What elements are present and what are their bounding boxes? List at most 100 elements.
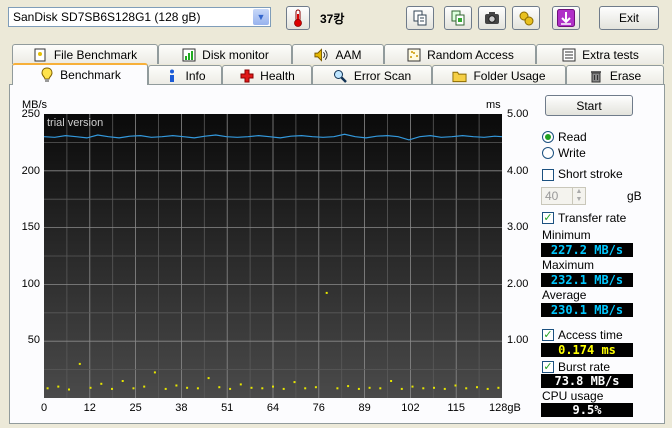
benchmark-chart: trial version bbox=[44, 114, 502, 398]
y-right-tick: 4.00 bbox=[507, 165, 529, 177]
magnifier-icon bbox=[333, 68, 348, 83]
y-right-tick: 2.00 bbox=[507, 278, 529, 290]
burst-rate-value: 73.8 MB/s bbox=[541, 374, 633, 388]
tab-extra-tests[interactable]: Extra tests bbox=[536, 44, 664, 64]
y-right-unit: ms bbox=[486, 99, 501, 111]
tab-random-access-label: Random Access bbox=[427, 47, 514, 62]
write-radio[interactable] bbox=[542, 147, 554, 159]
access-time-point bbox=[229, 387, 232, 390]
access-time-point bbox=[261, 387, 264, 390]
transfer-rate-checkbox[interactable]: ✓ bbox=[542, 212, 554, 224]
access-time-value: 0.174 ms bbox=[541, 343, 633, 357]
tab-info-label: Info bbox=[185, 68, 206, 83]
tab-error-scan[interactable]: Error Scan bbox=[312, 65, 432, 85]
health-icon bbox=[239, 68, 254, 83]
tab-random-access[interactable]: Random Access bbox=[384, 44, 536, 64]
short-stroke-checkbox[interactable] bbox=[542, 169, 554, 181]
access-time-point bbox=[454, 384, 457, 387]
burst-rate-checkbox[interactable]: ✓ bbox=[542, 361, 554, 373]
access-time-point bbox=[250, 386, 253, 389]
transfer-rate-label: Transfer rate bbox=[558, 211, 627, 225]
access-time-point bbox=[121, 380, 124, 382]
y-left-tick: 50 bbox=[27, 334, 40, 346]
copy-all-button[interactable] bbox=[444, 6, 472, 30]
tab-disk-monitor-label: Disk monitor bbox=[202, 47, 269, 62]
file-benchmark-icon bbox=[33, 47, 48, 62]
speaker-icon bbox=[314, 47, 329, 62]
average-value: 230.1 MB/s bbox=[541, 303, 633, 317]
access-time-point bbox=[411, 385, 414, 388]
access-time-point bbox=[186, 386, 189, 389]
access-time-point bbox=[100, 382, 103, 385]
tab-info[interactable]: Info bbox=[148, 65, 222, 85]
access-time-point bbox=[164, 387, 167, 390]
extra-tests-icon bbox=[561, 47, 576, 62]
tab-aam-label: AAM bbox=[335, 47, 362, 62]
access-time-label: Access time bbox=[558, 328, 623, 342]
tab-file-benchmark[interactable]: File Benchmark bbox=[12, 44, 158, 64]
y-left-tick: 250 bbox=[21, 108, 40, 120]
exit-button[interactable]: Exit bbox=[599, 6, 659, 30]
tab-extra-tests-label: Extra tests bbox=[582, 47, 639, 62]
tab-benchmark-label: Benchmark bbox=[60, 68, 121, 82]
y-left-tick: 150 bbox=[21, 221, 40, 233]
drive-select-value: SanDisk SD7SB6S128G1 (128 gB) bbox=[13, 10, 201, 24]
trash-icon bbox=[589, 68, 604, 83]
access-time-point bbox=[314, 386, 317, 389]
screenshot-button[interactable] bbox=[478, 6, 506, 30]
access-time-point bbox=[336, 387, 339, 390]
access-time-point bbox=[239, 383, 242, 386]
temperature-button[interactable] bbox=[286, 6, 310, 30]
write-label: Write bbox=[558, 146, 586, 160]
maximum-label: Maximum bbox=[542, 258, 595, 272]
download-button[interactable] bbox=[552, 6, 580, 30]
x-axis-tick: 76 bbox=[312, 402, 325, 414]
tab-aam[interactable]: AAM bbox=[292, 44, 384, 64]
burst-rate-label: Burst rate bbox=[558, 360, 611, 374]
info-icon bbox=[164, 68, 179, 83]
short-stroke-input[interactable]: 40 ▲ ▼ bbox=[541, 187, 586, 205]
access-time-point bbox=[379, 387, 382, 390]
minimum-value: 227.2 MB/s bbox=[541, 243, 633, 257]
copy-button[interactable] bbox=[406, 6, 434, 30]
read-label: Read bbox=[558, 130, 587, 144]
access-time-point bbox=[175, 384, 178, 387]
access-time-point bbox=[282, 387, 285, 390]
options-button[interactable] bbox=[512, 6, 540, 30]
access-time-point bbox=[433, 386, 435, 389]
access-time-point bbox=[443, 387, 446, 390]
maximum-value: 232.1 MB/s bbox=[541, 273, 633, 287]
access-time-point bbox=[304, 387, 307, 390]
read-radio[interactable] bbox=[542, 131, 554, 143]
cpu-usage-value: 9.5% bbox=[541, 403, 633, 417]
y-right-tick: 5.00 bbox=[507, 108, 529, 120]
short-stroke-unit: gB bbox=[627, 189, 642, 203]
y-right-tick: 1.00 bbox=[507, 334, 529, 346]
access-time-point bbox=[143, 385, 146, 388]
start-button[interactable]: Start bbox=[545, 95, 633, 116]
access-time-point bbox=[357, 387, 360, 390]
short-stroke-label: Short stroke bbox=[558, 167, 623, 181]
chevron-down-icon[interactable]: ▼ bbox=[253, 9, 269, 25]
access-time-checkbox[interactable]: ✓ bbox=[542, 329, 554, 341]
x-axis-tick: 38 bbox=[175, 402, 188, 414]
access-time-point bbox=[153, 371, 156, 374]
spinner-icon[interactable]: ▲ ▼ bbox=[572, 188, 585, 204]
folder-icon bbox=[452, 68, 467, 83]
tab-health[interactable]: Health bbox=[222, 65, 312, 85]
access-time-point bbox=[111, 387, 113, 390]
tab-folder-usage[interactable]: Folder Usage bbox=[432, 65, 566, 85]
access-time-point bbox=[325, 291, 328, 294]
options-icon bbox=[519, 11, 534, 26]
cpu-usage-label: CPU usage bbox=[542, 389, 604, 403]
trial-watermark: trial version bbox=[47, 117, 103, 129]
tab-disk-monitor[interactable]: Disk monitor bbox=[158, 44, 292, 64]
access-time-point bbox=[465, 387, 468, 390]
y-right-tick: 3.00 bbox=[507, 221, 529, 233]
thermometer-icon bbox=[294, 9, 302, 27]
access-time-point bbox=[68, 388, 70, 391]
drive-select[interactable]: SanDisk SD7SB6S128G1 (128 gB) ▼ bbox=[8, 7, 271, 27]
tab-erase[interactable]: Erase bbox=[566, 65, 664, 85]
tab-benchmark[interactable]: Benchmark bbox=[12, 63, 148, 85]
access-time-point bbox=[132, 387, 135, 390]
